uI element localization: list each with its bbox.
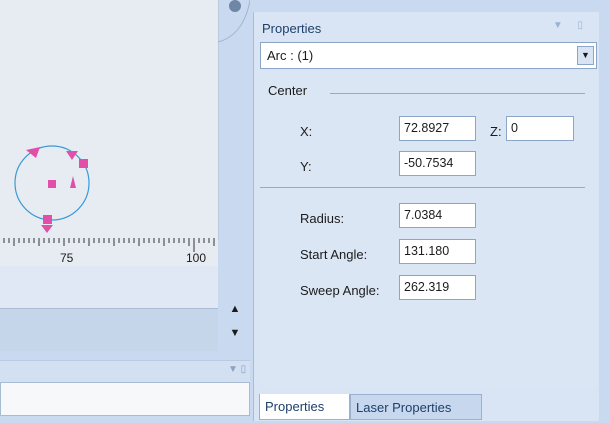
arc-bottom-handle — [43, 215, 52, 224]
scroll-arrows: ▲ ▼ — [226, 302, 244, 346]
selection-value: Arc : (1) — [267, 48, 314, 63]
chevron-down-icon[interactable]: ▼ — [577, 46, 594, 65]
x-label: X: — [300, 124, 313, 139]
properties-title: Properties — [262, 21, 322, 36]
center-section-label: Center — [268, 83, 308, 98]
y-field[interactable]: -50.7534 — [399, 151, 476, 176]
properties-panel: Properties ▼ ▯ Arc : (1) ▼ Center X: 72.… — [253, 12, 599, 421]
ruler-ticks: 75 100 — [3, 238, 220, 265]
lower-panel-pin-icon[interactable]: ▼ ▯ — [228, 364, 246, 375]
sweep-angle-field[interactable]: 262.319 — [399, 275, 476, 300]
start-angle-field[interactable]: 131.180 — [399, 239, 476, 264]
scroll-up-icon[interactable]: ▲ — [226, 302, 244, 316]
x-field[interactable]: 72.8927 — [399, 116, 476, 141]
canvas-corner — [218, 0, 250, 42]
lower-panel-header — [0, 360, 250, 383]
sweep-angle-label: Sweep Angle: — [300, 283, 380, 298]
arc-center-handle — [48, 180, 56, 188]
z-label: Z: — [490, 124, 502, 139]
ruler-label-100: 100 — [186, 251, 206, 265]
scroll-down-icon[interactable]: ▼ — [226, 326, 244, 340]
arc-direction-marker — [70, 176, 76, 188]
ruler-label-75: 75 — [60, 251, 74, 265]
property-grid: Center X: 72.8927 Z: 0 Y: -50.7534 Radiu… — [260, 71, 597, 387]
arc-start-handle — [26, 147, 40, 158]
tab-properties[interactable]: Properties — [259, 394, 350, 420]
expand-icon — [229, 0, 241, 12]
radius-field[interactable]: 7.0384 — [399, 203, 476, 228]
section-divider — [330, 93, 585, 94]
z-field[interactable]: 0 — [506, 116, 574, 141]
ruler-strip — [0, 266, 218, 309]
lower-panel — [0, 382, 250, 416]
drawing-canvas[interactable] — [0, 0, 219, 240]
selection-dropdown[interactable]: Arc : (1) ▼ — [260, 42, 597, 69]
panel-pin-icon[interactable]: ▼ ▯ — [553, 20, 589, 31]
scroll-area — [0, 309, 218, 351]
arc-bottom-arrow — [41, 225, 53, 233]
y-label: Y: — [300, 159, 312, 174]
horizontal-ruler: 75 100 — [0, 236, 220, 267]
section-divider-2 — [260, 187, 585, 188]
start-angle-label: Start Angle: — [300, 247, 368, 262]
tab-laser-properties[interactable]: Laser Properties — [350, 394, 482, 420]
arc-end-handle — [79, 159, 88, 168]
arc-drawing[interactable] — [0, 0, 218, 236]
radius-label: Radius: — [300, 211, 345, 226]
